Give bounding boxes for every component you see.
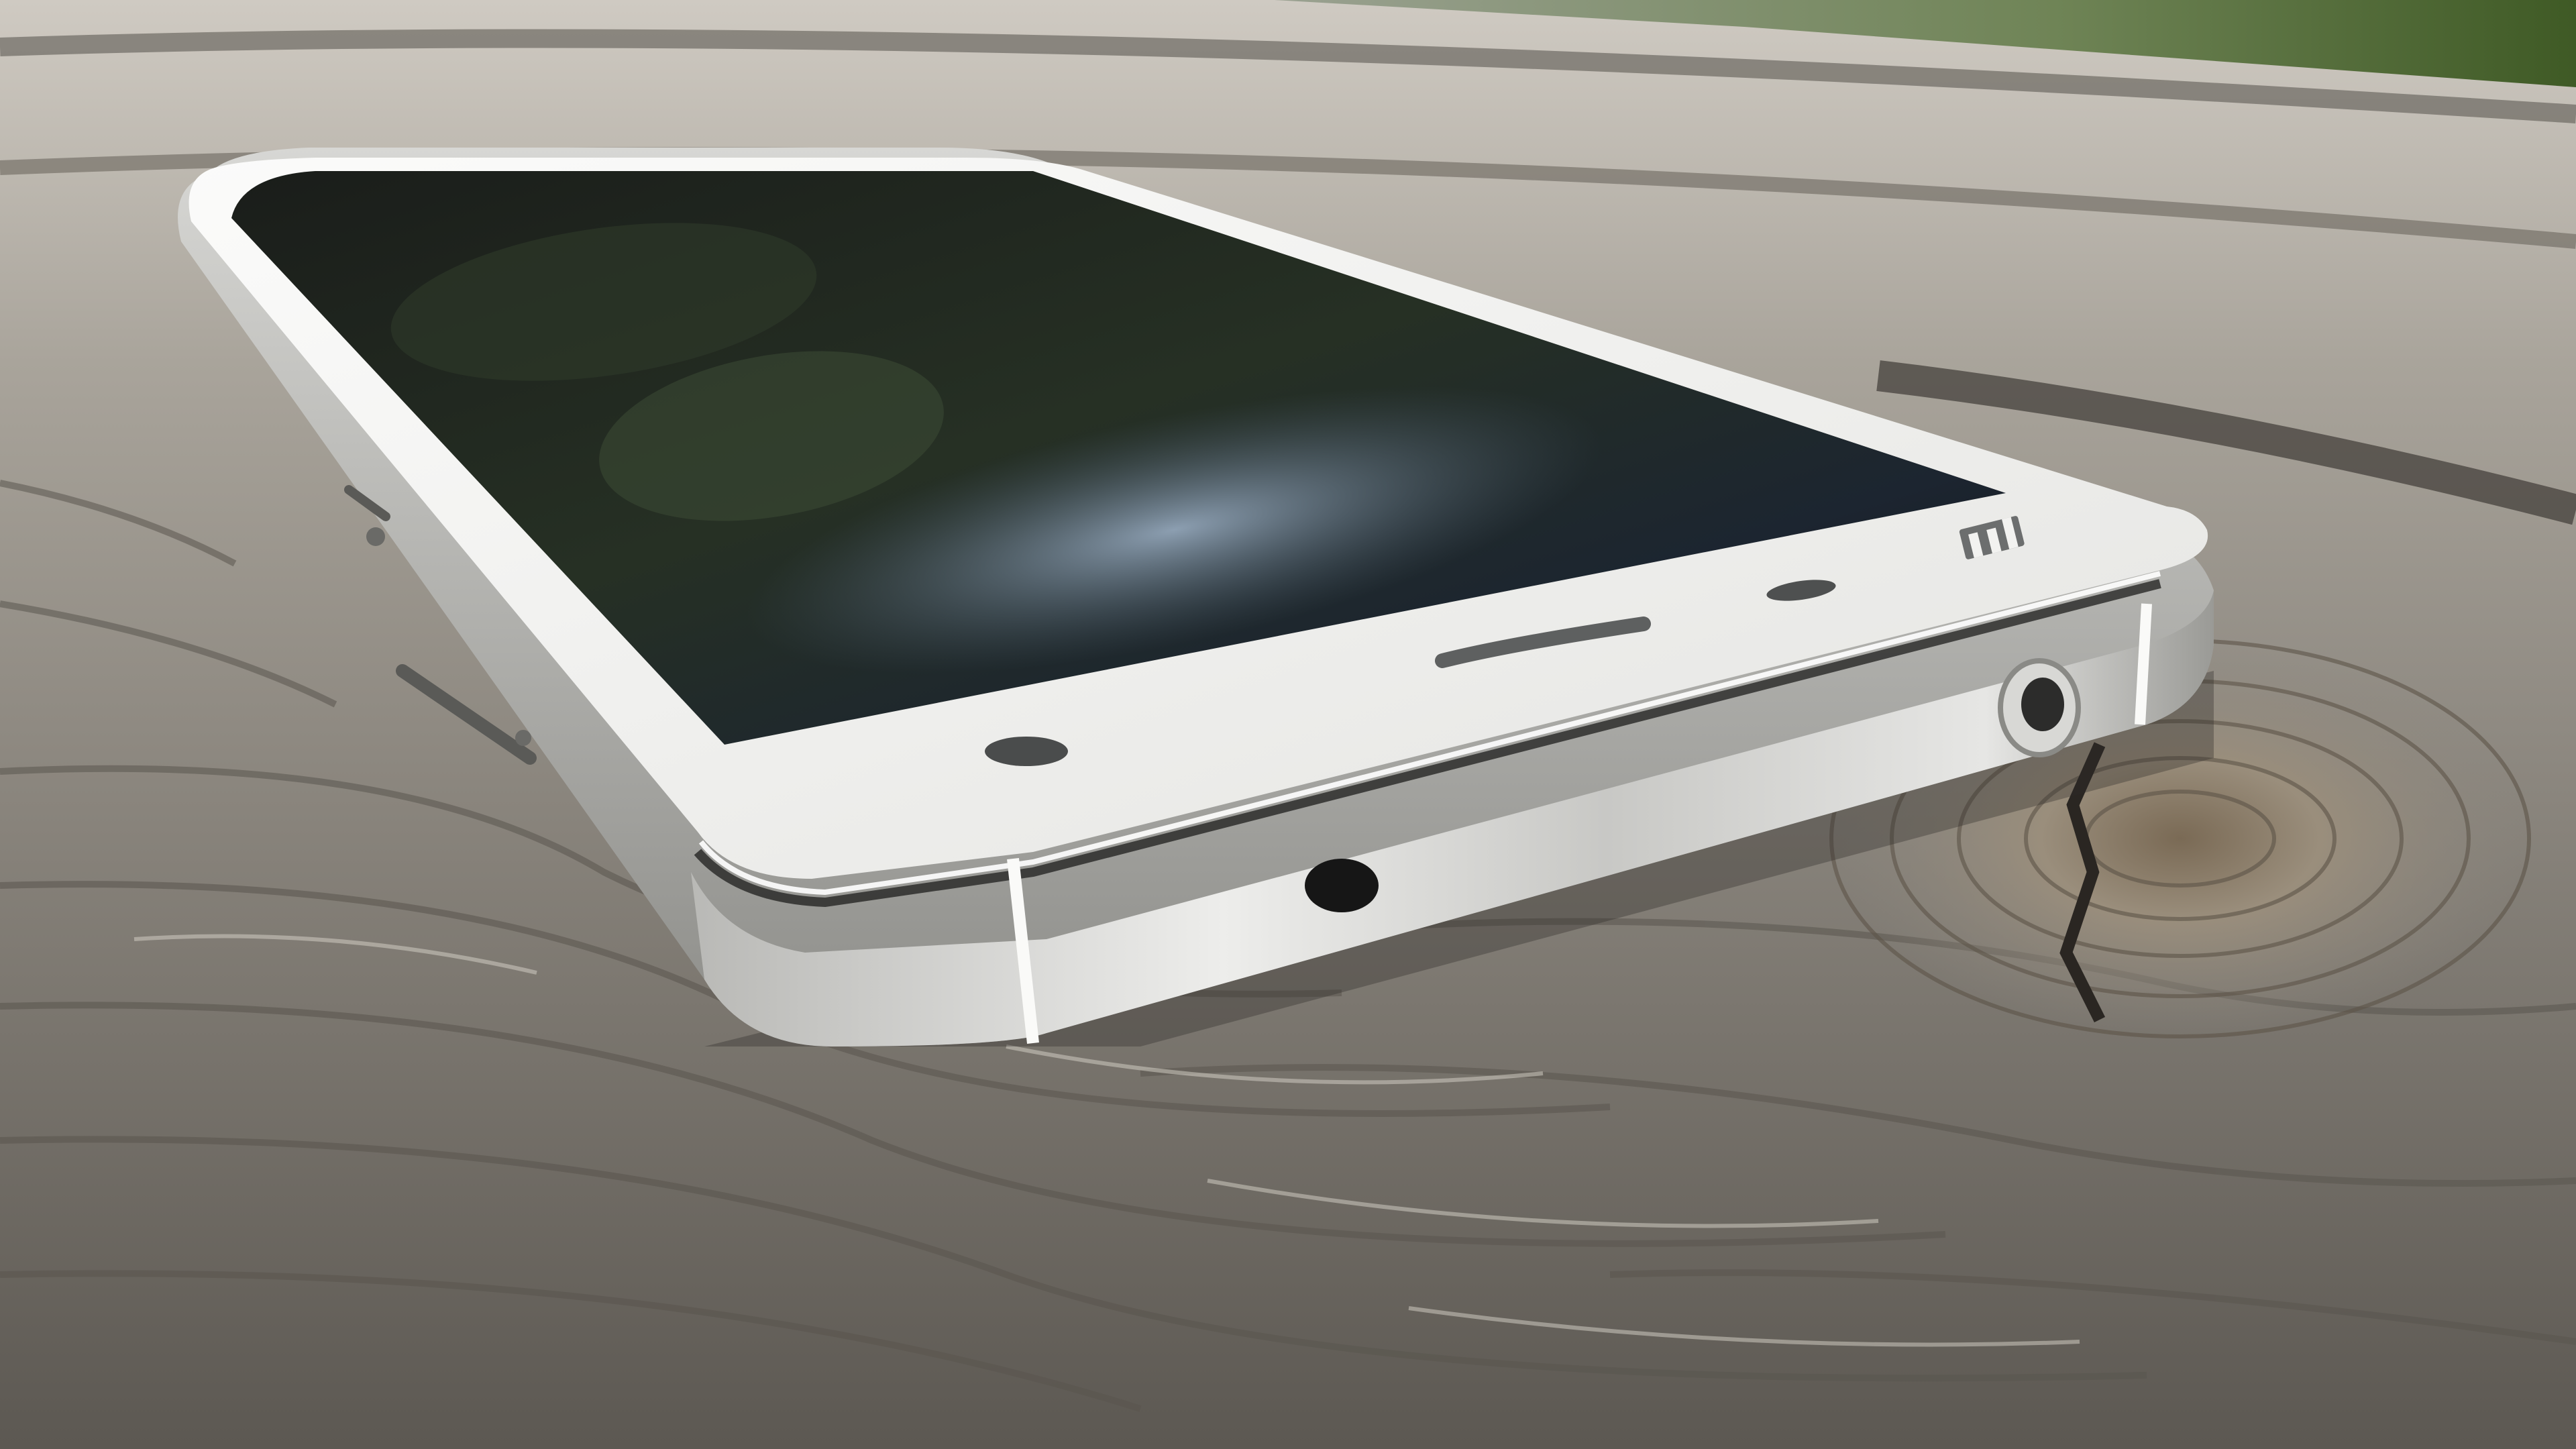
microphone-hole [1305, 859, 1379, 912]
antenna-line-right [2135, 603, 2152, 725]
front-sensor [985, 737, 1068, 766]
phone-on-wood-photo [0, 0, 2576, 1449]
power-button [366, 527, 385, 546]
photo-scene [0, 0, 2576, 1449]
